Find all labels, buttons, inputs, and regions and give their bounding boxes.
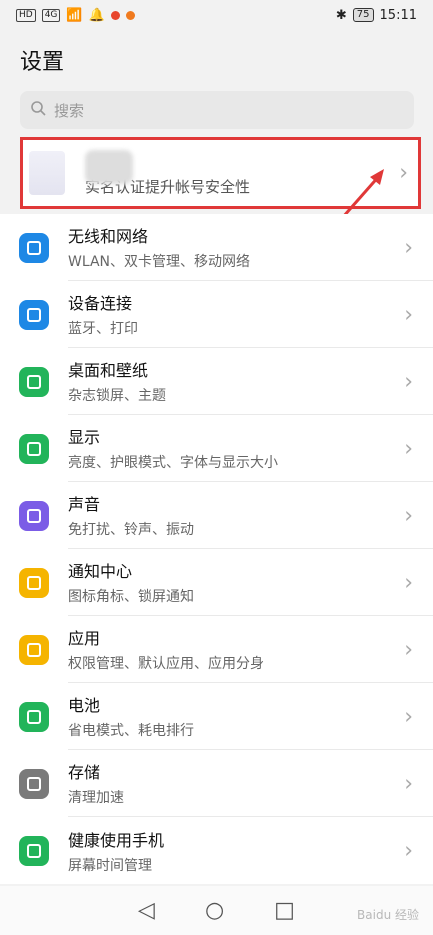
- item-text: 健康使用手机 屏幕时间管理: [68, 817, 433, 884]
- item-subtitle: WLAN、双卡管理、移动网络: [68, 254, 251, 270]
- chevron-right-icon: ›: [399, 160, 408, 186]
- search-icon: [30, 100, 46, 120]
- item-title: 通知中心: [68, 562, 133, 581]
- app-notification-icon-2: [125, 10, 135, 20]
- app-notification-icon: [110, 10, 120, 20]
- avatar: [29, 151, 65, 195]
- status-right: ✱ 75 15:11: [336, 8, 417, 23]
- item-subtitle: 屏幕时间管理: [68, 857, 152, 874]
- settings-item-sound[interactable]: 声音 免打扰、铃声、振动 ›: [0, 482, 433, 549]
- notification-icon: [19, 567, 49, 598]
- wifi-icon: [19, 232, 49, 263]
- page-title: 设置: [20, 50, 65, 75]
- settings-item-apps[interactable]: 应用 权限管理、默认应用、应用分身 ›: [0, 616, 433, 683]
- sound-icon: [19, 500, 49, 531]
- chevron-right-icon: ›: [404, 503, 413, 528]
- wallpaper-icon: [19, 366, 49, 397]
- account-text: 实名认证提升帐号安全性: [85, 149, 250, 197]
- chevron-right-icon: ›: [404, 838, 413, 863]
- settings-item-digital-balance[interactable]: 健康使用手机 屏幕时间管理 ›: [0, 817, 433, 884]
- display-icon: [19, 433, 49, 464]
- blurred-account-name: [85, 149, 133, 184]
- item-subtitle: 免打扰、铃声、振动: [68, 522, 194, 538]
- wifi-status-icon: 📶: [66, 7, 83, 23]
- chevron-right-icon: ›: [404, 771, 413, 796]
- item-text: 无线和网络 WLAN、双卡管理、移动网络: [68, 214, 433, 281]
- battery-indicator: 75: [352, 8, 374, 22]
- settings-item-device-connect[interactable]: 设备连接 蓝牙、打印 ›: [0, 281, 433, 348]
- status-bar: HD 4G 📶 🔔 ✱ 75 15:11: [0, 0, 433, 30]
- settings-item-notifications[interactable]: 通知中心 图标角标、锁屏通知 ›: [0, 549, 433, 616]
- item-text: 设备连接 蓝牙、打印: [68, 281, 433, 348]
- settings-list: 无线和网络 WLAN、双卡管理、移动网络 › 设备连接 蓝牙、打印 › 桌面和壁…: [0, 214, 433, 884]
- item-subtitle: 图标角标、锁屏通知: [68, 589, 194, 605]
- item-text: 应用 权限管理、默认应用、应用分身: [68, 616, 433, 683]
- item-title: 健康使用手机: [68, 830, 165, 850]
- back-icon[interactable]: ◁: [138, 898, 155, 923]
- storage-icon: [19, 768, 49, 799]
- chevron-right-icon: ›: [404, 704, 413, 729]
- clock: 15:11: [379, 7, 417, 23]
- item-subtitle: 蓝牙、打印: [68, 321, 138, 337]
- chevron-right-icon: ›: [404, 436, 413, 461]
- item-title: 桌面和壁纸: [68, 361, 149, 380]
- item-text: 存储 清理加速: [68, 750, 433, 817]
- item-text: 电池 省电模式、耗电排行: [68, 683, 433, 750]
- chevron-right-icon: ›: [404, 302, 413, 327]
- settings-item-battery[interactable]: 电池 省电模式、耗电排行 ›: [0, 683, 433, 750]
- item-title: 电池: [68, 696, 101, 715]
- item-title: 存储: [68, 763, 101, 782]
- item-subtitle: 清理加速: [68, 790, 124, 806]
- search-box[interactable]: 搜索: [20, 91, 414, 129]
- apps-icon: [19, 634, 49, 665]
- home-icon[interactable]: ○: [205, 898, 224, 923]
- settings-item-display[interactable]: 显示 亮度、护眼模式、字体与显示大小 ›: [0, 415, 433, 482]
- settings-item-wireless[interactable]: 无线和网络 WLAN、双卡管理、移动网络 ›: [0, 214, 433, 281]
- item-title: 声音: [68, 495, 101, 514]
- watermark: Baidu 经验: [357, 908, 419, 922]
- bluetooth-icon: ✱: [335, 7, 347, 23]
- status-left: HD 4G 📶 🔔: [16, 8, 135, 23]
- item-subtitle: 权限管理、默认应用、应用分身: [68, 656, 264, 672]
- item-title: 无线和网络: [68, 227, 149, 246]
- item-subtitle: 杂志锁屏、主题: [68, 388, 166, 404]
- chevron-right-icon: ›: [404, 369, 413, 394]
- item-text: 桌面和壁纸 杂志锁屏、主题: [68, 348, 433, 415]
- item-text: 声音 免打扰、铃声、振动: [68, 482, 433, 549]
- settings-item-wallpaper[interactable]: 桌面和壁纸 杂志锁屏、主题 ›: [0, 348, 433, 415]
- item-title: 显示: [68, 428, 101, 447]
- chevron-right-icon: ›: [404, 570, 413, 595]
- notification-bell-icon: 🔔: [88, 7, 105, 23]
- item-text: 显示 亮度、护眼模式、字体与显示大小: [68, 415, 433, 482]
- item-text: 通知中心 图标角标、锁屏通知: [68, 549, 433, 616]
- device-connect-icon: [19, 299, 49, 330]
- hd-indicator: HD: [16, 8, 36, 22]
- recents-icon[interactable]: □: [274, 898, 295, 923]
- item-title: 应用: [68, 629, 101, 648]
- item-subtitle: 亮度、护眼模式、字体与显示大小: [68, 455, 278, 471]
- search-placeholder: 搜索: [54, 101, 85, 120]
- settings-item-storage[interactable]: 存储 清理加速 ›: [0, 750, 433, 817]
- chevron-right-icon: ›: [404, 235, 413, 260]
- battery-icon: [19, 701, 49, 732]
- chevron-right-icon: ›: [404, 637, 413, 662]
- network-indicator: 4G: [41, 8, 61, 22]
- item-subtitle: 省电模式、耗电排行: [68, 723, 194, 739]
- item-title: 设备连接: [68, 294, 133, 313]
- hourglass-icon: [19, 835, 49, 866]
